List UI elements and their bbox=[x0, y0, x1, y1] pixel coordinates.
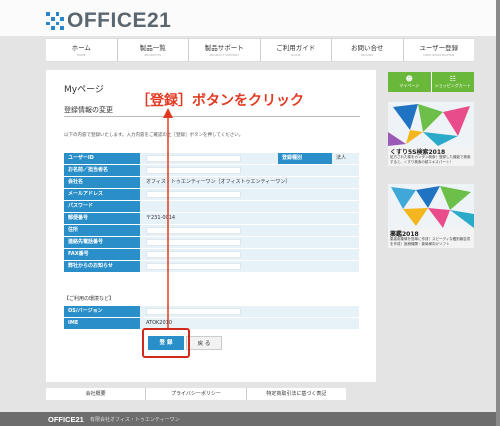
form-row-user-id: ユーザーID 登録種別 法人 bbox=[64, 153, 359, 164]
nav-sublabel: HOME bbox=[76, 53, 86, 57]
form-row-notices: 弊社からのお知らせ bbox=[64, 261, 359, 272]
field-label: OS/バージョン bbox=[64, 306, 140, 317]
main-nav: ホーム HOME 製品一覧 PRODUCTS 製品サポート PRODUCT SU… bbox=[46, 38, 474, 62]
nav-item-home[interactable]: ホーム HOME bbox=[46, 39, 118, 61]
browser-frame: OFFICE21 ホーム HOME 製品一覧 PRODUCTS 製品サポート P… bbox=[0, 0, 500, 426]
field-label: 連絡先電話番号 bbox=[64, 237, 140, 248]
field-label: 住所 bbox=[64, 225, 140, 236]
footer-link-privacy[interactable]: プライバシーポリシー bbox=[146, 388, 247, 400]
field-label: パスワード bbox=[64, 201, 140, 212]
form-row-email: メールアドレス bbox=[64, 189, 359, 200]
user-icon: ☻ bbox=[405, 75, 413, 83]
form-row-fax: FAX番号 bbox=[64, 249, 359, 260]
registration-form: ユーザーID 登録種別 法人 お名前／担当者名 会社名 オフィス・トゥエンティー… bbox=[64, 153, 359, 273]
form-row-company: 会社名 オフィス・トゥエンティーワン［オフィストゥエンティーワン］ bbox=[64, 177, 359, 188]
mypage-button[interactable]: ☻ マイページ bbox=[388, 72, 432, 92]
shopping-cart-button[interactable]: ☷ ショッピングカート bbox=[432, 72, 475, 92]
sidebar-buttons: ☻ マイページ ☷ ショッピングカート bbox=[388, 72, 474, 92]
form-row-address: 住所 bbox=[64, 225, 359, 236]
field-label: 弊社からのお知らせ bbox=[64, 261, 140, 272]
section-title: 登録情報の変更 bbox=[64, 106, 113, 114]
nav-item-inquiry[interactable]: お問い合せ INQUIRY bbox=[332, 39, 404, 61]
sidebar: ☻ マイページ ☷ ショッピングカート くすり5S検索2018 処方された薬をカ… bbox=[388, 72, 474, 248]
footer-logo: OFFICE21 bbox=[48, 415, 84, 424]
cart-label: ショッピングカート bbox=[434, 83, 471, 88]
user-type-label: 登録種別 bbox=[278, 153, 332, 164]
instruction-annotation: ［登録］ボタンをクリック bbox=[136, 93, 304, 109]
nav-label: 製品一覧 bbox=[139, 44, 166, 52]
banner-graphic bbox=[388, 102, 474, 146]
logo-text: OFFICE21 bbox=[67, 9, 172, 32]
nav-sublabel: USER REGISTRATION bbox=[423, 53, 455, 57]
environment-form: OS/バージョン IME ATOK2010 bbox=[64, 306, 359, 330]
window-edge bbox=[496, 0, 500, 426]
field-label: 会社名 bbox=[64, 177, 140, 188]
banner-description: 患者用薬情を簡単に作成！スピーディな鑑別報告書を作成！医療機関・薬局様向けソフト bbox=[390, 237, 471, 246]
cart-icon: ☷ bbox=[449, 75, 456, 83]
form-row-postal: 郵便番号 〒231-0014 bbox=[64, 213, 359, 224]
banner-graphic bbox=[388, 184, 474, 228]
form-row-password: パスワード bbox=[64, 201, 359, 212]
form-row-name: お名前／担当者名 bbox=[64, 165, 359, 176]
field-label: 郵便番号 bbox=[64, 213, 140, 224]
field-label: お名前／担当者名 bbox=[64, 165, 140, 176]
footer-link-company[interactable]: 会社概要 bbox=[46, 388, 147, 400]
nav-label: ホーム bbox=[71, 44, 91, 52]
form-row-ime: IME ATOK2010 bbox=[64, 318, 359, 329]
nav-item-products[interactable]: 製品一覧 PRODUCTS bbox=[118, 39, 189, 61]
header: OFFICE21 bbox=[0, 0, 500, 36]
nav-label: ユーザー登録 bbox=[419, 44, 459, 52]
page-title: Myページ bbox=[64, 85, 104, 95]
footer-link-legal[interactable]: 特定商取引法に基づく表記 bbox=[247, 388, 346, 400]
nav-sublabel: PRODUCTS bbox=[144, 53, 162, 57]
field-label: メールアドレス bbox=[64, 189, 140, 200]
intro-text: 以下の内容で登録いたします。入力内容をご確認の上［登録］ボタンを押してください。 bbox=[64, 133, 244, 138]
mypage-label: マイページ bbox=[399, 83, 420, 88]
footer: OFFICE21 有限会社オフィス・トゥエンティーワン bbox=[0, 412, 500, 426]
nav-label: お問い合せ bbox=[351, 44, 384, 52]
annotation-arrow bbox=[163, 108, 173, 328]
nav-label: 製品サポート bbox=[204, 44, 244, 52]
nav-label: ご利用ガイド bbox=[276, 44, 316, 52]
nav-item-guide[interactable]: ご利用ガイド GUIDE bbox=[261, 39, 332, 61]
highlight-box bbox=[142, 328, 190, 358]
logo-mark-icon bbox=[46, 12, 64, 30]
banner-description: 処方された薬をカンタン検索！登録した機能で検索すると、くすり検索の超エキスパート… bbox=[390, 155, 471, 164]
field-label: FAX番号 bbox=[64, 249, 140, 260]
nav-sublabel: INQUIRY bbox=[361, 53, 374, 57]
user-type-value: 法人 bbox=[336, 155, 347, 161]
footer-nav: 会社概要 プライバシーポリシー 特定商取引法に基づく表記 bbox=[46, 388, 346, 400]
nav-item-registration[interactable]: ユーザー登録 USER REGISTRATION bbox=[404, 39, 475, 61]
divider bbox=[64, 116, 360, 117]
field-label: IME bbox=[64, 318, 140, 329]
nav-sublabel: GUIDE bbox=[290, 53, 301, 57]
main-content: Myページ 登録情報の変更 以下の内容で登録いたします。入力内容をご確認の上［登… bbox=[46, 70, 376, 382]
nav-sublabel: PRODUCT SUPPORT bbox=[209, 53, 239, 57]
banner-kusuri-search[interactable]: くすり5S検索2018 処方された薬をカンタン検索！登録した機能で検索すると、く… bbox=[388, 102, 474, 166]
usage-environment-heading: 【ご利用の環境など】 bbox=[64, 296, 115, 302]
nav-item-support[interactable]: 製品サポート PRODUCT SUPPORT bbox=[189, 39, 261, 61]
footer-company-name: 有限会社オフィス・トゥエンティーワン bbox=[90, 417, 180, 423]
site-logo[interactable]: OFFICE21 bbox=[46, 9, 172, 32]
back-button[interactable]: 戻 る bbox=[186, 336, 222, 350]
form-row-phone: 連絡先電話番号 bbox=[64, 237, 359, 248]
form-row-os: OS/バージョン bbox=[64, 306, 359, 317]
banner-yakkan[interactable]: 薬鑑2018 患者用薬情を簡単に作成！スピーディな鑑別報告書を作成！医療機関・薬… bbox=[388, 184, 474, 248]
field-label: ユーザーID bbox=[64, 153, 140, 164]
